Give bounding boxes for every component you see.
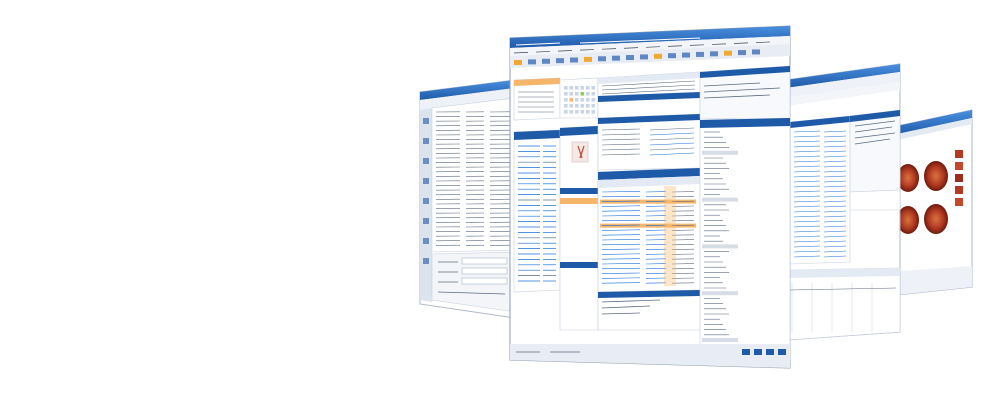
screenshot-collage — [0, 0, 1000, 400]
toolbar-button — [682, 52, 690, 58]
toolbar-button — [570, 57, 578, 63]
calendar-day — [580, 92, 585, 96]
calendar-day — [569, 98, 574, 102]
calendar-day — [575, 92, 579, 96]
calendar-day — [591, 104, 596, 108]
calendar-day — [591, 98, 596, 102]
calendar-day — [569, 104, 574, 108]
toolbar-button — [724, 50, 732, 56]
nav-icon — [423, 258, 429, 264]
toolbar-button — [668, 53, 676, 59]
calendar-day — [575, 86, 579, 90]
tree-item-highlight — [702, 150, 738, 155]
toolbar-button — [640, 54, 648, 60]
tree-item-highlight — [702, 338, 738, 342]
calendar-day — [580, 86, 585, 90]
calendar-day — [564, 104, 568, 108]
toolbar-button — [626, 55, 634, 61]
image-viewer-window — [887, 109, 973, 297]
tree-item-highlight — [702, 197, 738, 202]
nav-icon — [423, 118, 429, 124]
toolbar-button — [542, 58, 550, 64]
calendar-day — [591, 92, 596, 96]
calendar-day — [564, 92, 568, 96]
calendar-day — [564, 98, 568, 102]
calendar-day — [580, 110, 585, 114]
nav-icon — [423, 218, 429, 224]
tree-item-highlight — [702, 291, 738, 296]
toolbar-button — [752, 49, 760, 55]
calendar-day — [564, 86, 568, 90]
toolbar-button — [710, 51, 718, 57]
calendar-day — [564, 110, 568, 114]
main-window — [509, 25, 791, 369]
calendar-day — [580, 104, 585, 108]
toolbar-button — [612, 55, 620, 61]
nav-icon — [423, 158, 429, 164]
toolbar-button — [556, 58, 564, 64]
calendar-day — [569, 110, 574, 114]
nav-icon — [423, 138, 429, 144]
nav-icon — [423, 178, 429, 184]
nav-icon — [423, 238, 429, 244]
grid-highlight-column — [664, 186, 676, 286]
nav-icon — [423, 198, 429, 204]
calendar-day — [586, 86, 590, 90]
toolbar-button — [654, 53, 662, 59]
calendar-day — [575, 110, 579, 114]
toolbar-button — [598, 56, 606, 62]
calendar-day — [575, 104, 579, 108]
calendar-day — [569, 92, 574, 96]
records-window — [785, 63, 901, 341]
calendar-day — [569, 86, 574, 90]
calendar-day — [586, 92, 590, 96]
calendar-day — [591, 86, 596, 90]
toolbar-button — [696, 51, 704, 57]
calendar-day — [591, 110, 596, 114]
calendar-day — [575, 98, 579, 102]
tree-item-highlight — [702, 244, 738, 249]
toolbar-button — [528, 59, 536, 65]
toolbar-button — [738, 50, 746, 56]
toolbar-button — [514, 60, 522, 65]
toolbar-button — [584, 56, 592, 62]
window-collage-graphic — [419, 25, 973, 369]
calendar-day — [580, 98, 585, 102]
list-window — [419, 79, 516, 319]
calendar-day — [586, 98, 590, 102]
calendar-day — [586, 104, 590, 108]
calendar-day — [586, 110, 590, 114]
